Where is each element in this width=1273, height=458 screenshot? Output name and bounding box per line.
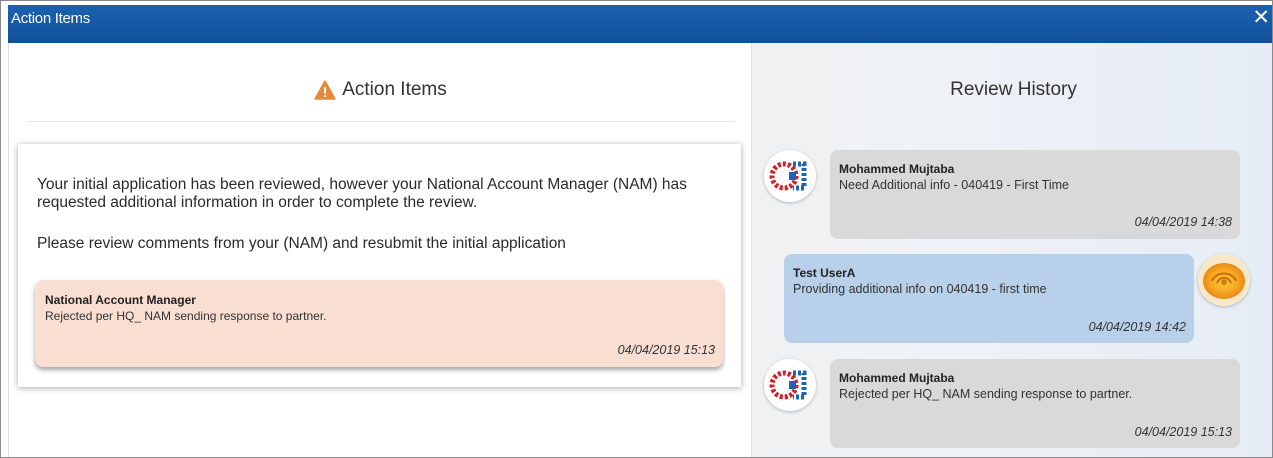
history-entry-author: Mohammed Mujtaba	[839, 371, 955, 385]
history-entry-timestamp: 04/04/2019 14:42	[1088, 320, 1186, 334]
company-logo-icon	[764, 359, 816, 411]
action-items-heading: Action Items	[9, 79, 752, 101]
history-entry-1: Mohammed Mujtaba Need Additional info - …	[830, 150, 1240, 239]
review-history-heading-text: Review History	[950, 79, 1077, 100]
history-entry-timestamp: 04/04/2019 14:38	[1134, 215, 1232, 229]
nam-comment-note: National Account Manager Rejected per HQ…	[35, 280, 723, 367]
review-history-heading: Review History	[752, 79, 1272, 101]
history-entry-3: Mohammed Mujtaba Rejected per HQ_ NAM se…	[830, 359, 1240, 448]
rose-icon	[1198, 254, 1250, 306]
dialog-frame: Action Items ✕ Action Items Your initial…	[0, 0, 1273, 458]
review-status-message: Your initial application has been review…	[37, 176, 687, 211]
note-timestamp: 04/04/2019 15:13	[617, 343, 715, 357]
resubmit-instruction: Please review comments from your (NAM) a…	[37, 235, 566, 252]
note-author: National Account Manager	[45, 293, 196, 307]
history-entry-text: Rejected per HQ_ NAM sending response to…	[839, 387, 1133, 401]
action-items-card: Your initial application has been review…	[18, 144, 741, 387]
history-entry-timestamp: 04/04/2019 15:13	[1134, 425, 1232, 439]
company-logo-avatar	[764, 150, 816, 202]
action-items-heading-text: Action Items	[342, 79, 447, 100]
rose-avatar	[1198, 254, 1250, 306]
review-history-panel: Review History Mohammed Mujtaba Need Add…	[751, 43, 1272, 457]
history-entry-author: Mohammed Mujtaba	[839, 162, 955, 176]
history-entry-2: Test UserA Providing additional info on …	[784, 254, 1194, 343]
note-text: Rejected per HQ_ NAM sending response to…	[45, 309, 327, 323]
close-icon[interactable]: ✕	[1252, 6, 1270, 30]
dialog-title: Action Items	[11, 10, 90, 27]
company-logo-icon	[764, 150, 816, 202]
history-entry-author: Test UserA	[793, 266, 856, 280]
history-entry-text: Need Additional info - 040419 - First Ti…	[839, 178, 1069, 192]
action-items-panel: Action Items Your initial application ha…	[8, 43, 752, 457]
history-entry-text: Providing additional info on 040419 - fi…	[793, 282, 1047, 296]
company-logo-avatar	[764, 359, 816, 411]
heading-divider	[28, 121, 734, 122]
dialog-titlebar: Action Items ✕	[8, 5, 1272, 43]
warning-icon	[314, 80, 336, 100]
